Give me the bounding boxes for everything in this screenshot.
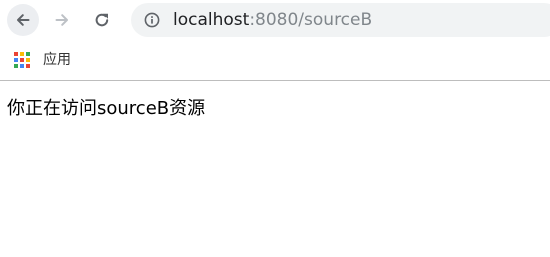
address-bar[interactable]: localhost:8080/sourceB [131, 3, 550, 37]
apps-grid-dot [14, 58, 18, 62]
reload-button[interactable] [86, 4, 118, 36]
url-host: localhost [173, 10, 250, 30]
url-path: :8080/sourceB [249, 10, 373, 30]
url-text[interactable]: localhost:8080/sourceB [173, 9, 372, 31]
apps-grid-dot [20, 58, 24, 62]
apps-grid-dot [26, 58, 30, 62]
apps-grid-dot [14, 64, 18, 68]
info-icon[interactable] [144, 12, 160, 28]
page-content: 你正在访问sourceB资源 [0, 82, 550, 257]
apps-grid-dot [14, 52, 18, 56]
reload-icon [95, 13, 109, 27]
bookmarks-bar: 应用 [0, 40, 550, 81]
apps-grid-dot [20, 64, 24, 68]
back-button[interactable] [7, 4, 39, 36]
back-arrow-icon [17, 14, 30, 26]
apps-grid-dot [20, 52, 24, 56]
browser-toolbar: localhost:8080/sourceB [0, 0, 550, 40]
bookmark-apps[interactable]: 应用 [8, 46, 77, 74]
apps-grid-dot [26, 64, 30, 68]
page-message: 你正在访问sourceB资源 [7, 98, 206, 119]
apps-grid-icon [14, 52, 30, 68]
apps-grid-dot [26, 52, 30, 56]
forward-arrow-icon [55, 14, 68, 26]
forward-button[interactable] [46, 4, 78, 36]
bookmark-label: 应用 [43, 52, 71, 68]
